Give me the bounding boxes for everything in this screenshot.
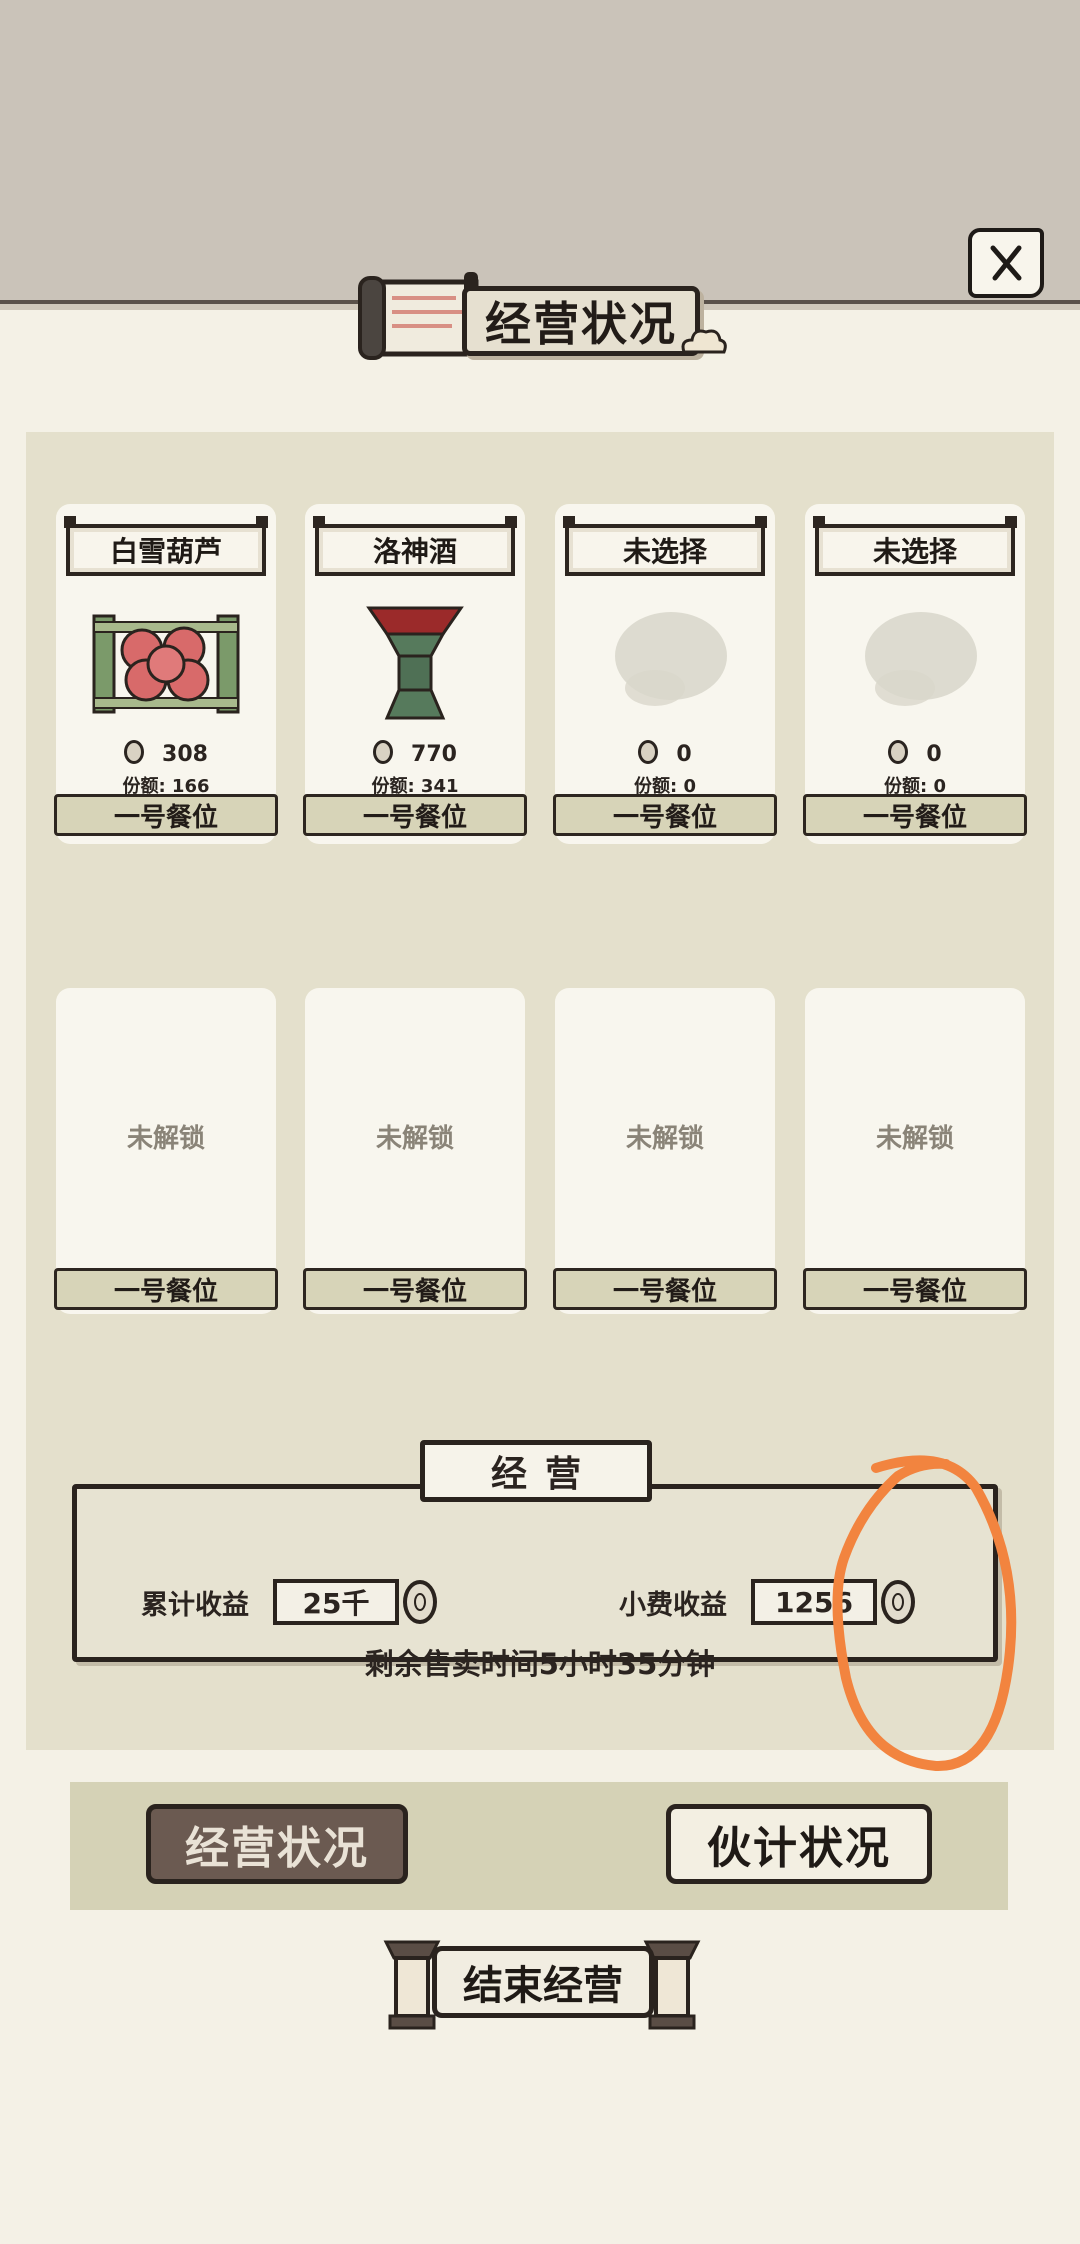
coin-icon [373,740,394,764]
coin-icon [124,740,145,764]
seat-tag: 一号餐位 [553,1268,777,1310]
seat-tag: 一号餐位 [553,794,777,836]
locked-label: 未解锁 [875,1124,954,1154]
seat-tag: 一号餐位 [303,794,527,836]
tab-business-status[interactable]: 经营状况 [146,1804,408,1884]
coin-icon [888,740,909,764]
seat-tag: 一号餐位 [803,794,1027,836]
dish-name: 洛神酒 [313,516,517,576]
dish-value: 308 [162,742,208,767]
close-icon [990,245,1022,281]
seat-tag: 一号餐位 [303,1268,527,1310]
locked-slot-3[interactable]: 未解锁 一号餐位 [553,988,777,1314]
seat-tag: 一号餐位 [803,1268,1027,1310]
end-business-label: 结束经营 [432,1946,654,2018]
end-business-button[interactable]: 结束经营 [376,1928,708,2034]
dish-name: 未选择 [813,516,1017,576]
wine-vessel-icon [366,606,464,720]
locked-slot-2[interactable]: 未解锁 一号餐位 [303,988,527,1314]
stall-slot-1[interactable]: 白雪葫芦 308 份额: 166 一号餐位 [54,504,278,844]
total-income-value: 25千 [273,1579,399,1625]
dish-value: 0 [676,742,692,767]
locked-label: 未解锁 [375,1124,454,1154]
tab-bar: 经营状况 伙计状况 [70,1782,1008,1910]
dish-name: 未选择 [563,516,767,576]
coin-icon [638,740,659,764]
operation-title: 经营 [420,1440,652,1502]
dish-value: 0 [926,742,942,767]
tab-staff-status[interactable]: 伙计状况 [666,1804,932,1884]
annotation-circle [832,1455,1017,1772]
dish-name: 白雪葫芦 [64,516,268,576]
stall-slot-4[interactable]: 未选择 0 份额: 0 一号餐位 [803,504,1027,844]
locked-slot-4[interactable]: 未解锁 一号餐位 [803,988,1027,1314]
dish-value: 770 [411,742,457,767]
seat-tag: 一号餐位 [54,1268,278,1310]
tip-income-label: 小费收益 [619,1589,727,1621]
stall-slot-2[interactable]: 洛神酒 770 份额: 341 一号餐位 [303,504,527,844]
stall-slot-3[interactable]: 未选择 0 份额: 0 一号餐位 [553,504,777,844]
locked-label: 未解锁 [126,1124,205,1154]
coin-icon [403,1580,437,1624]
ink-placeholder-icon [615,612,727,706]
locked-label: 未解锁 [625,1124,704,1154]
total-income-label: 累计收益 [141,1589,249,1621]
page-title-plaque: 经营状况 [352,268,727,368]
ink-placeholder-icon [865,612,977,706]
locked-slot-1[interactable]: 未解锁 一号餐位 [54,988,278,1314]
cloud-icon [681,329,727,354]
seat-tag: 一号餐位 [54,794,278,836]
top-background [0,0,1080,312]
close-button[interactable] [968,228,1044,298]
tanghulu-icon [92,614,240,714]
page-title: 经营状况 [462,286,700,356]
